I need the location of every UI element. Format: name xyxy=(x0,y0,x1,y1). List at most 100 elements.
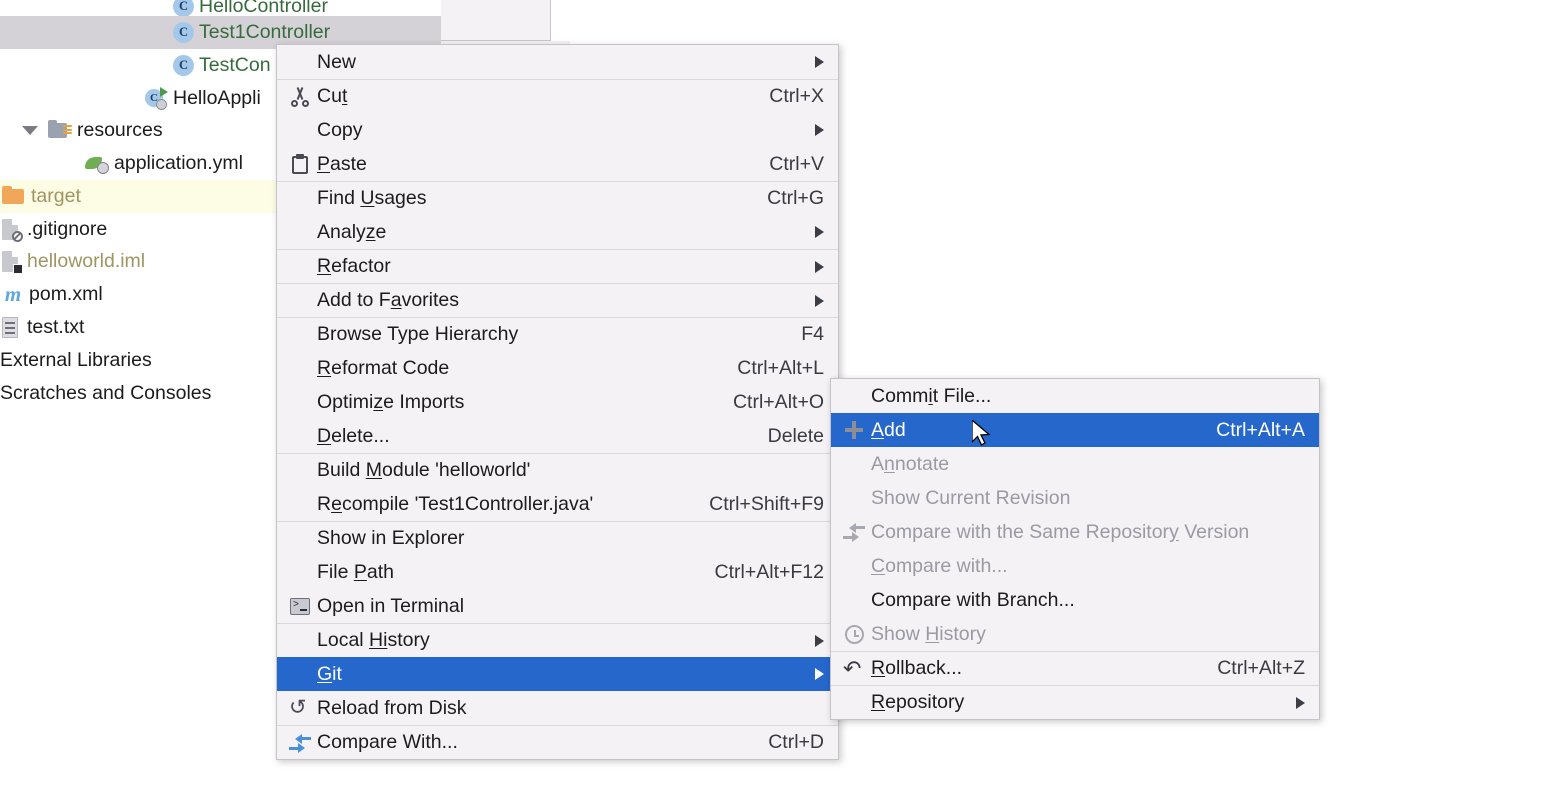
menu-item-label: Show Current Revision xyxy=(871,486,1071,509)
menu-item-add-to-favorites[interactable]: Add to Favorites xyxy=(277,283,838,317)
menu-item-label: Copy xyxy=(317,118,363,141)
menu-icon-slot xyxy=(285,454,315,487)
menu-item-label: Refactor xyxy=(317,255,391,277)
menu-item-cut[interactable]: Cut Ctrl+X xyxy=(277,79,838,113)
menu-item-label: Show History xyxy=(871,622,986,645)
git-menu-item-compare-with-branch[interactable]: Compare with Branch... xyxy=(831,583,1319,617)
menu-item-delete[interactable]: Delete... Delete xyxy=(277,419,838,453)
menu-item-accelerator: Ctrl+D xyxy=(768,731,824,753)
menu-item-refactor[interactable]: Refactor xyxy=(277,249,838,283)
menu-icon-slot xyxy=(285,657,315,691)
tree-item-label: External Libraries xyxy=(0,349,152,371)
file-context-menu[interactable]: New Cut Ctrl+X Copy Paste Ctrl+V Find Us… xyxy=(276,44,839,760)
menu-item-find-usages[interactable]: Find Usages Ctrl+G xyxy=(277,181,838,215)
menu-item-label: Commit File... xyxy=(871,384,992,407)
menu-item-label: Reformat Code xyxy=(317,356,450,379)
menu-item-accelerator: Ctrl+Alt+O xyxy=(732,390,824,413)
git-submenu[interactable]: Commit File... Add Ctrl+Alt+A Annotate S… xyxy=(830,378,1320,720)
menu-icon-slot xyxy=(839,379,869,413)
menu-icon-slot xyxy=(285,215,315,249)
menu-item-accelerator: Ctrl+Shift+F9 xyxy=(709,492,824,515)
submenu-arrow-icon xyxy=(815,668,824,680)
iml-module-file-icon xyxy=(2,250,23,274)
menu-item-label: Cut xyxy=(317,85,348,107)
git-menu-item-compare-same-repo-version: Compare with the Same Repository Version xyxy=(831,515,1319,549)
menu-item-label: Add to Favorites xyxy=(317,289,460,311)
menu-item-paste[interactable]: Paste Ctrl+V xyxy=(277,147,838,181)
menu-icon-slot xyxy=(285,318,315,351)
menu-icon-slot xyxy=(285,487,315,521)
menu-item-copy[interactable]: Copy xyxy=(277,113,838,147)
java-class-icon: C xyxy=(173,0,194,17)
git-menu-item-rollback[interactable]: ↶ Rollback... Ctrl+Alt+Z xyxy=(831,651,1319,685)
menu-item-accelerator: Ctrl+X xyxy=(769,85,824,107)
menu-item-accelerator: Ctrl+Alt+A xyxy=(1216,418,1305,441)
menu-icon-slot xyxy=(285,351,315,385)
git-menu-item-repository[interactable]: Repository xyxy=(831,685,1319,719)
menu-item-label: Find Usages xyxy=(317,187,427,209)
menu-item-accelerator: Ctrl+Alt+Z xyxy=(1217,657,1305,679)
menu-item-label: Optimize Imports xyxy=(317,390,465,413)
menu-item-browse-type-hierarchy[interactable]: Browse Type Hierarchy F4 xyxy=(277,317,838,351)
menu-icon-slot xyxy=(285,385,315,419)
menu-item-git[interactable]: Git xyxy=(277,657,838,691)
text-file-icon xyxy=(2,316,22,339)
yaml-file-icon xyxy=(85,154,109,174)
tree-item-label: Test1Controller xyxy=(199,21,331,43)
tree-item-label: application.yml xyxy=(114,152,243,174)
menu-icon-slot xyxy=(285,45,315,79)
chevron-down-icon[interactable] xyxy=(22,126,38,135)
tree-item-label: target xyxy=(31,185,81,207)
menu-item-accelerator: Ctrl+Alt+L xyxy=(737,356,824,379)
menu-item-compare-with[interactable]: Compare With... Ctrl+D xyxy=(277,725,838,759)
menu-item-label: Analyze xyxy=(317,220,387,243)
reload-icon: ↺ xyxy=(289,696,307,719)
menu-item-label: Browse Type Hierarchy xyxy=(317,323,519,345)
menu-item-accelerator: Ctrl+Alt+F12 xyxy=(714,560,824,583)
menu-item-optimize-imports[interactable]: Optimize Imports Ctrl+Alt+O xyxy=(277,385,838,419)
tree-item-label: test.txt xyxy=(27,316,85,338)
menu-icon-slot xyxy=(839,481,869,515)
tree-item-label: HelloAppli xyxy=(173,87,261,109)
menu-item-label: Recompile 'Test1Controller.java' xyxy=(317,492,594,515)
menu-icon-slot xyxy=(285,182,315,215)
git-menu-item-commit-file[interactable]: Commit File... xyxy=(831,379,1319,413)
menu-item-label: Compare with... xyxy=(871,554,1008,577)
plus-icon xyxy=(839,413,869,447)
gitignore-file-icon xyxy=(2,218,23,242)
menu-icon-slot xyxy=(285,624,315,657)
menu-item-reformat-code[interactable]: Reformat Code Ctrl+Alt+L xyxy=(277,351,838,385)
editor-tab-panel[interactable] xyxy=(441,0,551,41)
menu-icon-slot xyxy=(285,522,315,555)
git-menu-item-compare-with: Compare with... xyxy=(831,549,1319,583)
git-menu-item-show-current-revision: Show Current Revision xyxy=(831,481,1319,515)
menu-item-label: File Path xyxy=(317,560,394,583)
tree-item-label: .gitignore xyxy=(27,218,108,240)
menu-item-label: New xyxy=(317,50,357,73)
menu-icon-slot xyxy=(839,549,869,583)
submenu-arrow-icon xyxy=(815,294,824,307)
menu-item-show-in-explorer[interactable]: Show in Explorer xyxy=(277,521,838,555)
menu-item-accelerator: F4 xyxy=(801,323,824,345)
menu-item-recompile[interactable]: Recompile 'Test1Controller.java' Ctrl+Sh… xyxy=(277,487,838,521)
menu-icon-slot xyxy=(839,447,869,481)
mouse-cursor-icon xyxy=(972,420,991,446)
git-menu-item-add[interactable]: Add Ctrl+Alt+A xyxy=(831,413,1319,447)
menu-item-reload-from-disk[interactable]: ↺ Reload from Disk xyxy=(277,691,838,725)
menu-item-label: Add xyxy=(871,418,906,441)
menu-item-label: Local History xyxy=(317,629,430,651)
menu-item-accelerator: Ctrl+V xyxy=(769,152,824,175)
menu-item-new[interactable]: New xyxy=(277,45,838,79)
menu-item-file-path[interactable]: File Path Ctrl+Alt+F12 xyxy=(277,555,838,589)
menu-item-local-history[interactable]: Local History xyxy=(277,623,838,657)
menu-item-open-in-terminal[interactable]: > Open in Terminal xyxy=(277,589,838,623)
menu-item-analyze[interactable]: Analyze xyxy=(277,215,838,249)
submenu-arrow-icon xyxy=(815,634,824,647)
maven-pom-icon: m xyxy=(4,281,22,306)
menu-icon-slot xyxy=(839,686,869,719)
rollback-icon: ↶ xyxy=(843,655,862,681)
submenu-arrow-icon xyxy=(1296,696,1305,709)
terminal-icon: > xyxy=(285,589,315,623)
menu-item-build-module[interactable]: Build Module 'helloworld' xyxy=(277,453,838,487)
menu-item-label: Repository xyxy=(871,691,965,713)
